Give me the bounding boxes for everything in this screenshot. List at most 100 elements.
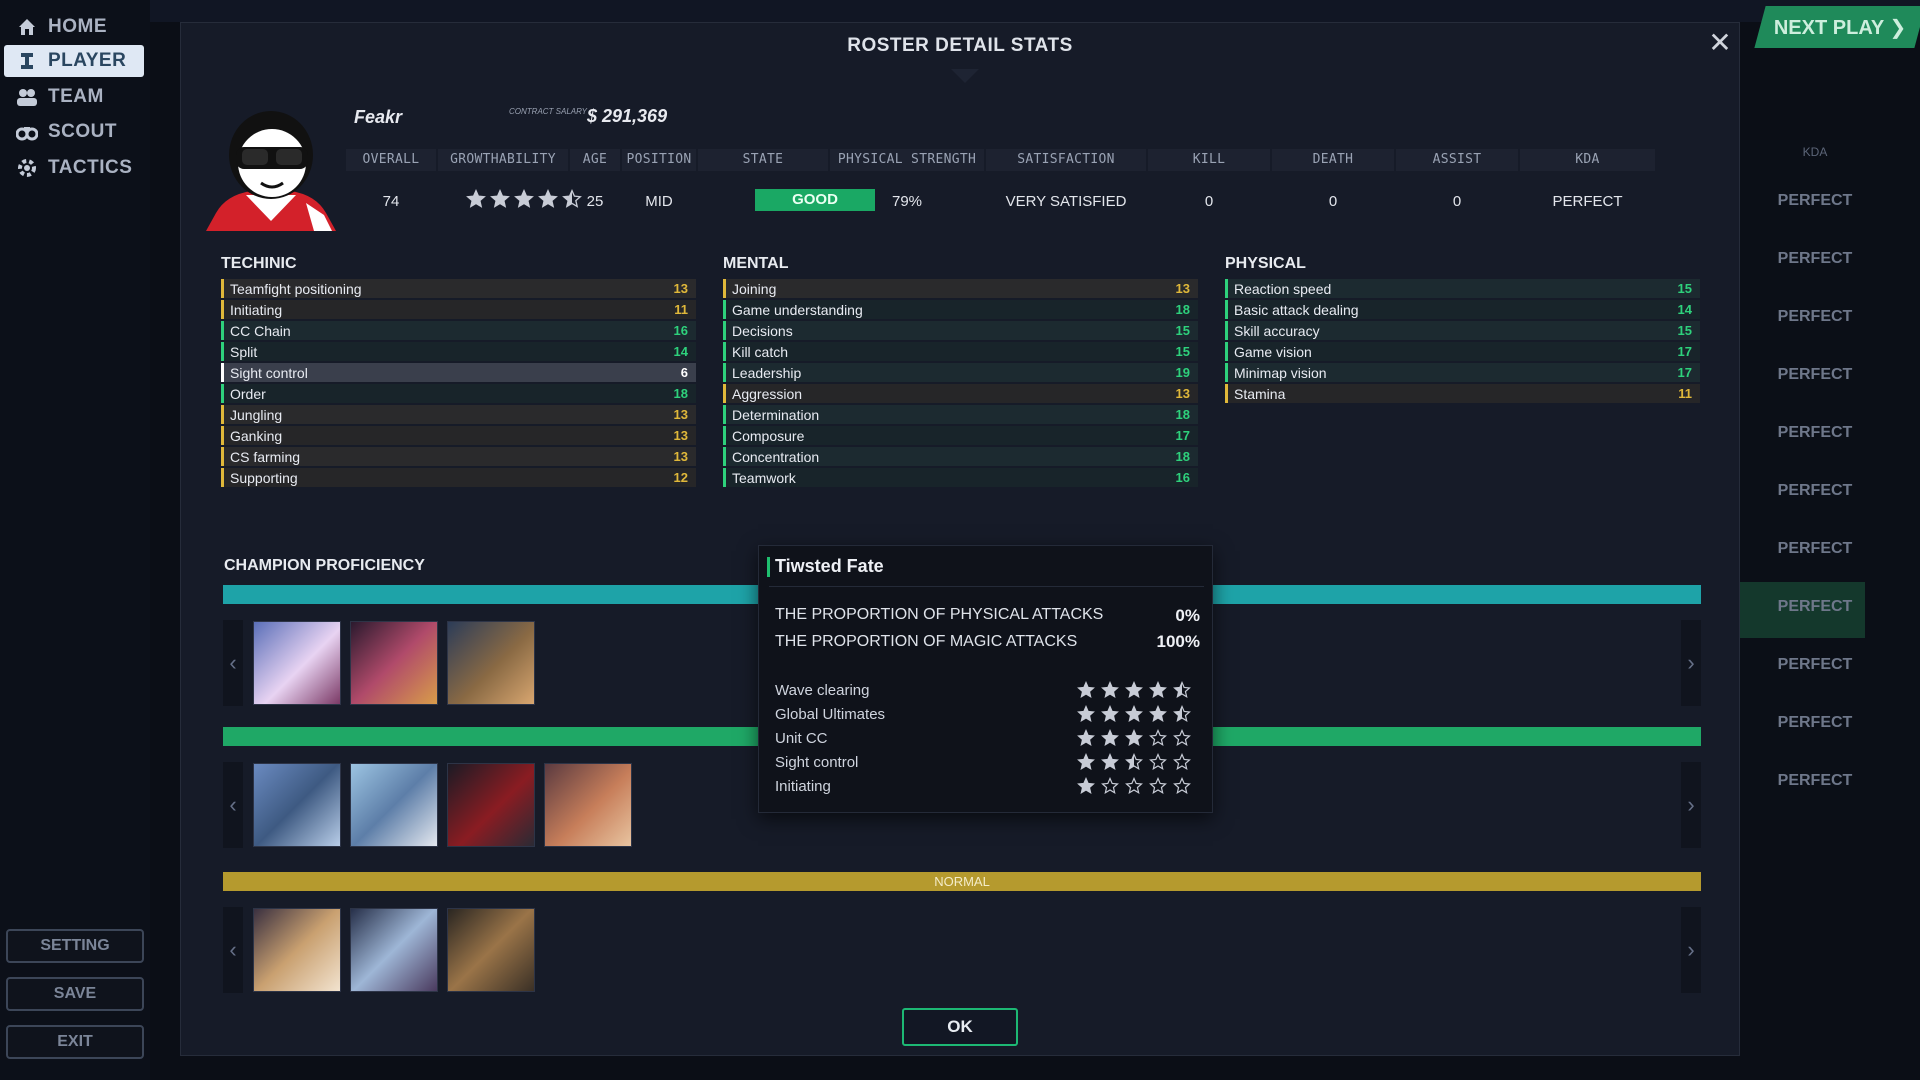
header-position: POSITION — [622, 149, 696, 171]
star-filled-icon — [1125, 705, 1143, 722]
champion-portrait[interactable] — [253, 908, 341, 992]
nav-tactics-label: TACTICS — [48, 157, 133, 178]
star-filled-icon — [1101, 705, 1119, 722]
stat-row-accent — [221, 405, 224, 424]
physical-panel: PHYSICAL Reaction speed 15 Basic attack de… — [1225, 255, 1700, 521]
star-filled-icon — [1077, 777, 1095, 794]
stat-value: 13 — [673, 449, 688, 464]
stat-row-accent — [723, 363, 726, 382]
stat-row-game-understanding: Game understanding 18 — [723, 300, 1198, 319]
header-kill: KILL — [1148, 149, 1270, 171]
stat-row-game-vision: Game vision 17 — [1225, 342, 1700, 361]
star-half-icon — [1125, 753, 1143, 770]
tooltip-skill-stars — [1077, 777, 1191, 795]
champion-portrait[interactable] — [350, 621, 438, 705]
stat-value: 13 — [1175, 386, 1190, 401]
tier3-next-arrow[interactable]: › — [1681, 907, 1701, 993]
header-death: DEATH — [1272, 149, 1394, 171]
setting-button[interactable]: SETTING — [6, 929, 144, 963]
star-empty-icon — [1173, 729, 1191, 746]
value-kill: 0 — [1204, 193, 1214, 210]
tier2-prev-arrow[interactable]: ‹ — [223, 762, 243, 848]
ok-button[interactable]: OK — [902, 1008, 1018, 1046]
stat-row-accent — [221, 426, 224, 445]
stat-label: Game understanding — [732, 301, 863, 318]
champion-portrait[interactable] — [253, 621, 341, 705]
mental-panel: MENTAL Joining 13 Game understanding 18 Deci… — [723, 255, 1198, 521]
tier3-prev-arrow[interactable]: ‹ — [223, 907, 243, 993]
next-play-button[interactable]: NEXT PLAY ❯ — [1754, 6, 1920, 48]
stat-row-concentration: Concentration 18 — [723, 447, 1198, 466]
nav-home[interactable]: HOME — [4, 11, 144, 43]
stat-value: 13 — [673, 428, 688, 443]
tier1-prev-arrow[interactable]: ‹ — [223, 620, 243, 706]
stat-label: Order — [230, 385, 266, 402]
stat-label: Leadership — [732, 364, 802, 381]
stat-value: 11 — [674, 302, 688, 317]
header-satisfaction: SATISFACTION — [986, 149, 1146, 171]
stat-label: CS farming — [230, 448, 301, 465]
stat-row-accent — [723, 384, 726, 403]
tier1-next-arrow[interactable]: › — [1681, 620, 1701, 706]
stat-row-leadership: Leadership 19 — [723, 363, 1198, 382]
stat-row-stamina: Stamina 11 — [1225, 384, 1700, 403]
champion-portrait[interactable] — [447, 908, 535, 992]
champion-portrait[interactable] — [253, 763, 341, 847]
background-kda-value: PERFECT — [1777, 772, 1853, 789]
background-kda-value: PERFECT — [1777, 192, 1853, 209]
background-kda-value: PERFECT — [1777, 714, 1853, 731]
exit-button[interactable]: EXIT — [6, 1025, 144, 1059]
stat-value: 19 — [1175, 365, 1190, 380]
stat-label: Reaction speed — [1234, 280, 1332, 297]
save-button[interactable]: SAVE — [6, 977, 144, 1011]
close-button[interactable]: ✕ — [1706, 29, 1734, 57]
champion-portrait[interactable] — [447, 621, 535, 705]
champion-portrait[interactable] — [350, 908, 438, 992]
star-empty-icon — [1149, 753, 1167, 770]
home-icon — [16, 16, 38, 38]
stat-row-accent — [723, 447, 726, 466]
stat-row-split: Split 14 — [221, 342, 696, 361]
stat-label: Aggression — [732, 385, 803, 402]
background-kda-value: PERFECT — [1777, 250, 1853, 267]
value-assist: 0 — [1452, 193, 1462, 210]
stat-value: 14 — [1677, 302, 1692, 317]
stat-label: CC Chain — [230, 322, 291, 339]
stat-label: Game vision — [1234, 343, 1312, 360]
champion-portrait[interactable] — [544, 763, 632, 847]
nav-player[interactable]: PLAYER — [4, 45, 144, 77]
champion-portrait[interactable] — [447, 763, 535, 847]
tooltip-skill-stars — [1077, 753, 1191, 771]
stat-row-accent — [723, 468, 726, 487]
stat-row-accent — [221, 279, 224, 298]
background-kda-header: KDA — [1802, 145, 1828, 159]
stat-label: Split — [230, 343, 258, 360]
stat-row-cc-chain: CC Chain 16 — [221, 321, 696, 340]
stat-row-accent — [221, 342, 224, 361]
stat-label: Determination — [732, 406, 820, 423]
stat-label: Skill accuracy — [1234, 322, 1320, 339]
nav-team[interactable]: TEAM — [4, 81, 144, 113]
nav-tactics[interactable]: TACTICS — [4, 152, 144, 184]
star-empty-icon — [1125, 777, 1143, 794]
star-empty-icon — [1101, 777, 1119, 794]
stat-row-accent — [723, 426, 726, 445]
tooltip-magic-value: 100% — [1156, 632, 1200, 651]
roster-detail-modal: ROSTER DETAIL STATS ✕ Feakr CONTRACT SAL… — [180, 22, 1740, 1056]
next-play-label: NEXT PLAY ❯ — [1773, 16, 1907, 39]
star-half-icon — [1173, 681, 1191, 698]
title-notch — [951, 69, 979, 83]
champion-portrait[interactable] — [350, 763, 438, 847]
star-filled-icon — [1101, 753, 1119, 770]
header-physical-strength: PHYSICAL STRENGTH — [830, 149, 984, 171]
stat-row-accent — [723, 321, 726, 340]
tooltip-skill-label: Sight control — [775, 754, 859, 771]
physical-title: PHYSICAL — [1225, 255, 1306, 272]
stat-label: Concentration — [732, 448, 820, 465]
stat-value: 15 — [1175, 344, 1190, 359]
nav-scout[interactable]: SCOUT — [4, 116, 144, 148]
tier2-next-arrow[interactable]: › — [1681, 762, 1701, 848]
star-filled-icon — [1101, 729, 1119, 746]
star-filled-icon — [1125, 729, 1143, 746]
stat-value: 13 — [673, 407, 688, 422]
